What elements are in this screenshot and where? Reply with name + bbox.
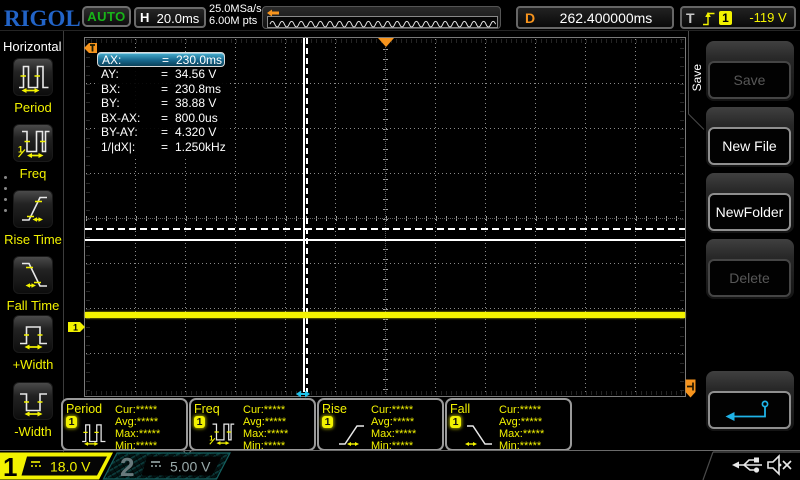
svg-text:5.00 V: 5.00 V <box>170 459 211 475</box>
svg-text:2: 2 <box>120 452 134 480</box>
svg-text:1: 1 <box>73 323 78 333</box>
svg-text:18.0 V: 18.0 V <box>50 459 91 475</box>
svg-text:1: 1 <box>3 452 17 480</box>
